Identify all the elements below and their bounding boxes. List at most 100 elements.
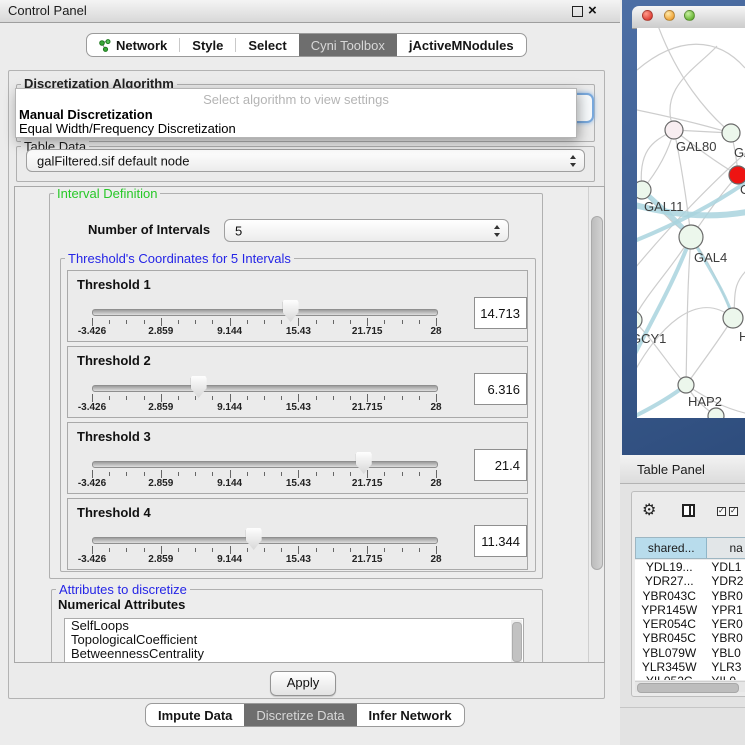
panel-scrollbar-thumb[interactable] xyxy=(591,216,603,570)
table-row[interactable]: YBR043CYBR0 xyxy=(635,589,745,603)
attributes-scrollbar[interactable] xyxy=(511,620,522,663)
minor-tick xyxy=(281,548,282,552)
tab-impute-data[interactable]: Impute Data xyxy=(146,704,244,726)
tab-label: Infer Network xyxy=(369,708,452,723)
tab-infer-network[interactable]: Infer Network xyxy=(357,704,464,726)
control-panel-tabs: Network Style Select Cyni ToolboxjActiveMNo… xyxy=(86,33,527,57)
cell-shared-name: YPR145W xyxy=(635,603,703,617)
close-icon[interactable]: × xyxy=(588,1,597,21)
stepper-icon xyxy=(570,155,577,167)
slider-track[interactable] xyxy=(92,385,438,392)
threshold-label: Threshold 1 xyxy=(77,277,151,292)
minor-tick xyxy=(281,472,282,476)
major-tick xyxy=(230,470,231,478)
major-tick xyxy=(436,318,437,326)
gear-icon[interactable]: ⚙ xyxy=(642,500,656,520)
panel-scrollbar[interactable] xyxy=(588,187,604,662)
network-node[interactable] xyxy=(708,408,724,418)
threshold-label: Threshold 2 xyxy=(77,353,151,368)
columns-icon[interactable] xyxy=(682,504,695,517)
minor-tick xyxy=(144,472,145,476)
algorithm-option-manual[interactable]: Manual Discretization xyxy=(19,107,153,122)
threshold-value-field[interactable]: 21.4 xyxy=(474,449,527,481)
network-node-h[interactable] xyxy=(723,308,743,328)
tab-label: Select xyxy=(248,38,286,53)
slider-thumb[interactable] xyxy=(191,376,207,398)
threshold-value-field[interactable]: 6.316 xyxy=(474,373,527,405)
minor-tick xyxy=(212,472,213,476)
network-node-gal11[interactable] xyxy=(637,181,651,199)
tab-discretize-data[interactable]: Discretize Data xyxy=(244,704,356,726)
thresholds-fieldset: Threshold's Coordinates for 5 Intervals … xyxy=(60,258,536,572)
network-node-gcy1[interactable] xyxy=(637,311,642,329)
node-label: HAP2 xyxy=(688,394,722,409)
table-row[interactable]: YLR345WYLR3 xyxy=(635,660,745,674)
tab-label: Style xyxy=(192,38,223,53)
attribute-item[interactable]: TopologicalCoefficient xyxy=(65,633,523,647)
minor-tick xyxy=(419,320,420,324)
table-row[interactable]: YBR045CYBR0 xyxy=(635,631,745,645)
table-row[interactable]: YPR145WYPR1 xyxy=(635,603,745,617)
threshold-value-field[interactable]: 11.344 xyxy=(474,525,527,557)
table-row[interactable]: YDL19...YDL1 xyxy=(635,560,745,574)
mac-close-icon[interactable] xyxy=(642,10,653,21)
algorithm-option-equal-width[interactable]: Equal Width/Frequency Discretization xyxy=(19,121,236,136)
table-data-combobox[interactable]: galFiltered.sif default node xyxy=(26,149,585,172)
slider-track[interactable] xyxy=(92,309,438,316)
threshold-value-field[interactable]: 14.713 xyxy=(474,297,527,329)
slider-thumb[interactable] xyxy=(246,528,262,550)
tab-select[interactable]: Select xyxy=(236,34,298,56)
tab-network[interactable]: Network xyxy=(87,34,179,56)
tick-label: 15.43 xyxy=(286,402,311,413)
attribute-item[interactable]: BetweennessCentrality xyxy=(65,647,523,661)
table-row[interactable]: YBL079WYBL0 xyxy=(635,646,745,660)
minor-tick xyxy=(212,548,213,552)
tab-jactivemnodules[interactable]: jActiveMNodules xyxy=(397,34,526,56)
attributes-title: Attributes to discretize xyxy=(56,582,190,597)
table-row[interactable]: YIL052CYIL0 xyxy=(635,674,745,680)
numerical-attributes-list[interactable]: SelfLoopsTopologicalCoefficientBetweenne… xyxy=(64,618,524,663)
number-of-intervals-combobox[interactable]: 5 xyxy=(224,219,509,242)
slider-thumb[interactable] xyxy=(283,300,299,322)
network-node-gal4[interactable] xyxy=(679,225,703,249)
column-header-name[interactable]: na xyxy=(707,538,745,558)
slider-track[interactable] xyxy=(92,537,438,544)
node-label: GAL11 xyxy=(644,199,684,214)
network-node-hap2[interactable] xyxy=(678,377,694,393)
mac-minimize-icon[interactable] xyxy=(664,10,675,21)
table-hscrollbar[interactable] xyxy=(635,681,745,692)
node-label: GAL4 xyxy=(694,250,727,265)
minor-tick xyxy=(264,320,265,324)
network-node[interactable] xyxy=(722,124,740,142)
checkbox-icon[interactable] xyxy=(717,507,726,516)
float-icon[interactable] xyxy=(572,6,583,17)
cell-shared-name: YDR27... xyxy=(635,574,703,588)
tab-label: Discretize Data xyxy=(256,708,344,723)
checkbox-icon[interactable] xyxy=(729,507,738,516)
mac-zoom-icon[interactable] xyxy=(684,10,695,21)
tab-cyni-toolbox[interactable]: Cyni Toolbox xyxy=(299,34,397,56)
minor-tick xyxy=(402,548,403,552)
table-row[interactable]: YER054CYER0 xyxy=(635,617,745,631)
slider-track[interactable] xyxy=(92,461,438,468)
minor-tick xyxy=(178,396,179,400)
tick-label: 2.859 xyxy=(148,402,173,413)
table-hscrollbar-thumb[interactable] xyxy=(637,683,739,693)
tick-label: 21.715 xyxy=(352,478,383,489)
tick-label: 21.715 xyxy=(352,554,383,565)
apply-button[interactable]: Apply xyxy=(270,671,336,696)
cell-shared-name: YLR345W xyxy=(635,660,703,674)
network-canvas[interactable]: GAL80GACGAL11GAL4GCY1HHAP2 xyxy=(637,28,745,418)
major-tick xyxy=(436,394,437,402)
network-node-gal80[interactable] xyxy=(665,121,683,139)
tab-style[interactable]: Style xyxy=(180,34,235,56)
cell-shared-name: YIL052C xyxy=(635,674,703,680)
column-header-shared-name[interactable]: shared... xyxy=(636,538,707,558)
cell-name: YBR0 xyxy=(703,589,745,603)
attribute-item[interactable]: SelfLoops xyxy=(65,619,523,633)
number-of-intervals-label: Number of Intervals xyxy=(88,222,210,237)
network-edge xyxy=(637,44,745,70)
table-row[interactable]: YDR27...YDR2 xyxy=(635,574,745,588)
stepper-icon xyxy=(494,225,501,237)
slider-thumb[interactable] xyxy=(356,452,372,474)
